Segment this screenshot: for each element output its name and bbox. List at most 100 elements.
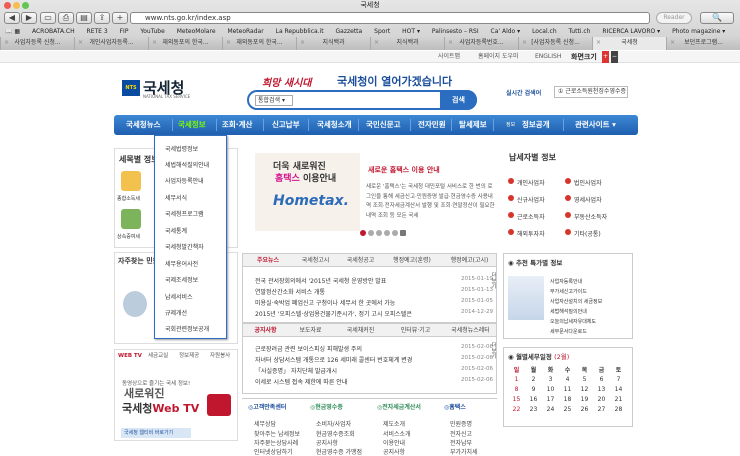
browser-tab[interactable]: × [사업자등록 신청... bbox=[518, 37, 592, 50]
nav-sinmungo[interactable]: 국민신문고 bbox=[366, 115, 401, 135]
taxpayer-item[interactable]: 개인사업자 bbox=[517, 178, 545, 187]
link-item[interactable]: 자주묻는상담사례 bbox=[254, 438, 298, 447]
add-tab-icon[interactable]: + bbox=[112, 12, 128, 24]
news-row[interactable]: 미용실·숙박업 폐업신고 구청이나 세무서 한 곳에서 가능 bbox=[255, 298, 395, 307]
bookmark[interactable]: YouTube bbox=[140, 28, 164, 35]
tab-notice[interactable]: 국세청고시 bbox=[293, 254, 338, 267]
link-item[interactable]: 제도소개 bbox=[383, 419, 405, 428]
calendar-day[interactable]: 2 bbox=[527, 376, 540, 383]
tab-announcement[interactable]: 국세청공고 bbox=[338, 254, 383, 267]
bookmark[interactable]: Ca' Aldo ▾ bbox=[491, 28, 521, 35]
tab-webtv[interactable]: WEB TV bbox=[118, 350, 142, 363]
browser-tab[interactable]: × 개인사업자등록... bbox=[74, 37, 148, 50]
taxpayer-item[interactable]: 기타(공통) bbox=[574, 229, 601, 238]
bookmark[interactable]: MeteoMolare bbox=[177, 28, 216, 35]
news-row[interactable]: 2015년 '오피스텔·상업용건물기준시가', 정기 고시 오피스텔은 bbox=[255, 309, 455, 318]
calendar-day[interactable]: 27 bbox=[595, 406, 608, 413]
taxpayer-item[interactable]: 부동산소득자 bbox=[574, 212, 607, 221]
tab-tax-changes[interactable]: 국세채커진 bbox=[333, 324, 388, 337]
link-item[interactable]: 소비자/사업자 bbox=[316, 419, 351, 428]
calendar-day[interactable]: 20 bbox=[595, 396, 608, 403]
realtime-search-keyword[interactable]: ① 근로소득원천징수영수증 bbox=[554, 86, 628, 98]
browser-tab[interactable]: × 보던프로그램... bbox=[666, 37, 740, 50]
dropdown-item[interactable]: 사업자등록안내 bbox=[165, 176, 204, 185]
tab-tax-class[interactable]: 세금교실 bbox=[148, 350, 168, 363]
close-tab-icon[interactable]: × bbox=[78, 37, 83, 49]
dropdown-item[interactable]: 세무용어사전 bbox=[165, 259, 198, 268]
taxpayer-item[interactable]: 신규사업자 bbox=[517, 195, 545, 204]
close-icon[interactable] bbox=[4, 2, 11, 9]
search-scope-select[interactable]: 통합검색 ▾ bbox=[255, 95, 293, 106]
calendar-day[interactable]: 15 bbox=[510, 396, 523, 403]
webtv-link[interactable]: 국세청 웹티비 바로가기 bbox=[121, 428, 191, 438]
recommend-item[interactable]: 사업자산설치의 세금정보 bbox=[550, 298, 602, 305]
calendar-day[interactable]: 8 bbox=[510, 386, 523, 393]
taxpayer-item[interactable]: 법인사업자 bbox=[574, 178, 602, 187]
reading-list-icon[interactable]: ▤ bbox=[76, 12, 92, 24]
bookmark[interactable]: Tutti.ch bbox=[569, 28, 591, 35]
taxpayer-item[interactable]: 근로소득자 bbox=[517, 212, 545, 221]
tax-type-item[interactable]: 상속증여세 bbox=[117, 233, 140, 240]
print-icon[interactable]: ⎙ bbox=[58, 12, 74, 24]
calendar-day[interactable]: 6 bbox=[595, 376, 608, 383]
bookmark[interactable]: RETE 3 bbox=[87, 28, 108, 35]
calendar-day[interactable]: 9 bbox=[527, 386, 540, 393]
calendar-day[interactable]: 17 bbox=[544, 396, 557, 403]
tab-admin-notice2[interactable]: 행정예고(고시) bbox=[441, 254, 498, 267]
search-field[interactable]: 🔍 bbox=[700, 12, 734, 24]
address-bar[interactable]: www.nts.go.kr/index.asp bbox=[130, 12, 650, 24]
dropdown-item[interactable]: 세법해석질의안내 bbox=[165, 160, 209, 169]
calendar-day[interactable]: 24 bbox=[544, 406, 557, 413]
calendar-day[interactable]: 18 bbox=[561, 396, 574, 403]
zoom-icon[interactable] bbox=[22, 2, 29, 9]
tab-notices[interactable]: 공지사항 bbox=[243, 324, 288, 337]
link-head[interactable]: ◎현금영수증 bbox=[310, 402, 343, 411]
notice-row[interactable]: 근로장려금 관련 보이스피싱 피해발생 주의 bbox=[255, 344, 362, 353]
close-tab-icon[interactable]: × bbox=[374, 37, 379, 49]
recommend-item[interactable]: 사업자등록안내 bbox=[550, 278, 582, 285]
close-tab-icon[interactable]: × bbox=[226, 37, 231, 49]
close-tab-icon[interactable]: × bbox=[596, 37, 601, 49]
link-head[interactable]: ◎전자세금계산서 bbox=[377, 402, 421, 411]
close-tab-icon[interactable]: × bbox=[4, 37, 9, 49]
dropdown-item[interactable]: 국세법령정보 bbox=[165, 144, 198, 153]
gift-icon[interactable] bbox=[121, 209, 141, 229]
tab-info[interactable]: 정보제공 bbox=[179, 350, 199, 363]
calendar-day[interactable]: 23 bbox=[527, 406, 540, 413]
sidebar-icon[interactable]: ▭ bbox=[40, 12, 56, 24]
calendar-day[interactable]: 28 bbox=[612, 406, 625, 413]
notice-row[interactable]: 이세로 시스템 접속 제한에 따른 안내 bbox=[255, 377, 347, 386]
font-plus-button[interactable]: + bbox=[602, 51, 609, 63]
nav-related-sites[interactable]: 관련사이트 ▾ bbox=[575, 115, 616, 135]
bookmark[interactable]: La Repubblica.it bbox=[276, 28, 324, 35]
sitemap-link[interactable]: 사이트맵 bbox=[438, 51, 460, 63]
browser-tab-active[interactable]: × 국세청 bbox=[592, 37, 666, 50]
calendar-day[interactable]: 12 bbox=[578, 386, 591, 393]
bookmark[interactable]: Palinsesto – RSI bbox=[432, 28, 479, 35]
browser-tab[interactable]: × 사업자등록번호... bbox=[444, 37, 518, 50]
browser-tab[interactable]: × 지식백과 bbox=[370, 37, 444, 50]
notice-row[interactable]: 「사실증명」 자치단체 발급개시 bbox=[255, 366, 337, 375]
recommend-item[interactable]: 세법해석질의안내 bbox=[550, 308, 587, 315]
link-item[interactable]: 서비스소개 bbox=[383, 429, 411, 438]
calendar-day[interactable]: 7 bbox=[612, 376, 625, 383]
link-item[interactable]: 민원증명 bbox=[450, 419, 472, 428]
calendar-day[interactable]: 19 bbox=[578, 396, 591, 403]
news-row[interactable]: 전국 관서장회의에서 '2015년 국세청 운영방안 발표 bbox=[255, 276, 386, 285]
calendar-day[interactable]: 14 bbox=[612, 386, 625, 393]
link-item[interactable]: 찾아주는 납세정보 bbox=[254, 429, 300, 438]
dropdown-item[interactable]: 국회관련정보공개 bbox=[165, 324, 209, 333]
english-link[interactable]: ENGLISH bbox=[535, 51, 561, 63]
nav-tax-info[interactable]: 국세정보 bbox=[178, 115, 206, 135]
nav-report[interactable]: 탈세제보 bbox=[459, 115, 487, 135]
search-button[interactable]: 검색 bbox=[440, 90, 477, 110]
dropdown-item[interactable]: 국제조세정보 bbox=[165, 275, 198, 284]
nav-news[interactable]: 국세청뉴스 bbox=[126, 115, 161, 135]
calendar-day[interactable]: 4 bbox=[561, 376, 574, 383]
calendar-day[interactable]: 13 bbox=[595, 386, 608, 393]
recommend-item[interactable]: 부가세신고가이드 bbox=[550, 288, 587, 295]
share-icon[interactable]: ⇪ bbox=[94, 12, 110, 24]
tab-main-news[interactable]: 주요뉴스 bbox=[243, 254, 293, 267]
calendar-day[interactable]: 21 bbox=[612, 396, 625, 403]
nav-lookup[interactable]: 조회·계산 bbox=[222, 115, 252, 135]
